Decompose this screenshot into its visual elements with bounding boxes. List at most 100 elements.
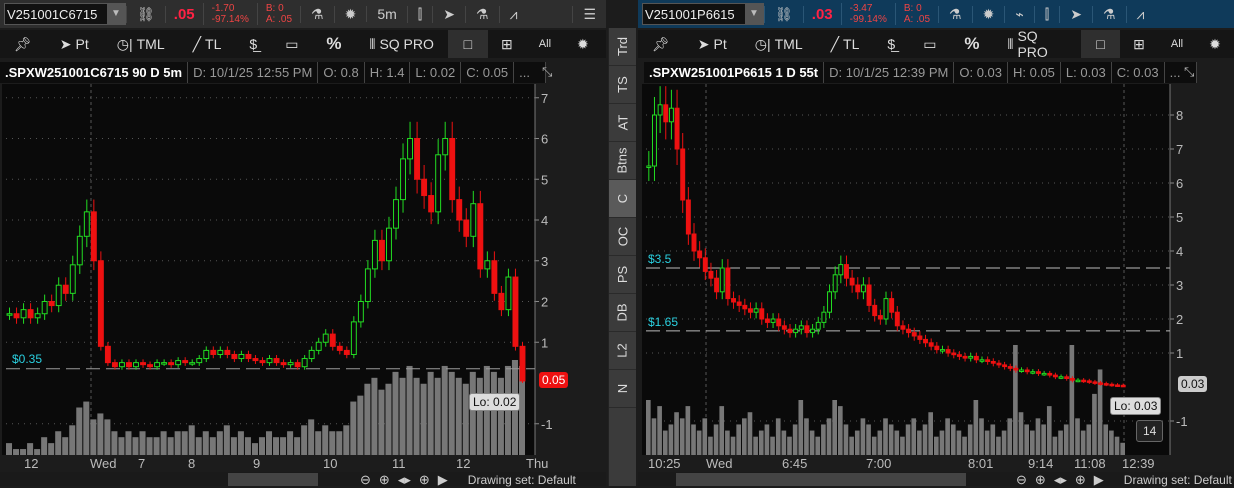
timeframe-button[interactable]: 5m	[366, 6, 406, 22]
gear-icon[interactable]: ✹	[971, 5, 1005, 23]
volume-bar	[230, 437, 237, 455]
volume-bar	[76, 407, 83, 455]
side-tab-db[interactable]: DB	[609, 294, 636, 332]
grid-layout-button[interactable]: ⊞	[1120, 30, 1158, 58]
candle	[371, 239, 378, 270]
volume-bar	[1092, 393, 1097, 455]
candle	[764, 318, 770, 323]
symbol-text: V251001C6715	[7, 6, 98, 22]
candle	[674, 107, 680, 150]
volume-bar	[1052, 436, 1058, 455]
candle	[512, 276, 519, 347]
pin-icon[interactable]: 📌︎	[638, 30, 684, 58]
expand-icon[interactable]: ⤡	[542, 64, 552, 80]
candle	[442, 138, 449, 156]
candle	[804, 325, 810, 334]
link-icon[interactable]: ⛓	[126, 5, 165, 23]
single-layout-button[interactable]: □	[447, 30, 488, 58]
time-tick-label: 9:14	[1028, 456, 1054, 471]
link-icon[interactable]: ⛓	[764, 5, 803, 23]
pin-icon[interactable]: 📌︎	[0, 30, 46, 58]
price-level-tool[interactable]: $̲	[873, 30, 909, 58]
volume-bar	[922, 424, 928, 455]
last-price: .05	[164, 5, 203, 23]
side-tab-l2[interactable]: L2	[609, 332, 636, 370]
cursor-icon[interactable]: ➤	[1059, 5, 1092, 23]
candle	[979, 359, 985, 362]
tml-tool[interactable]: ◷| TML	[741, 30, 817, 58]
rectangle-tool[interactable]: ▭	[271, 30, 312, 58]
volume-bar	[725, 430, 730, 455]
side-tab-strip: Trd TS AT Btns C OC PS DB L2 N	[608, 28, 636, 486]
settings-gear-icon[interactable]: ✹	[564, 30, 602, 58]
chevron-down-icon[interactable]: ▼	[107, 4, 125, 24]
volume-bar	[1080, 430, 1086, 455]
pointer-tool[interactable]: ➤ Pt	[46, 30, 103, 58]
grid-layout-button[interactable]: ⊞	[488, 30, 526, 58]
drawings-icon[interactable]: ⩘	[498, 5, 528, 23]
candle	[725, 267, 731, 300]
candle	[1092, 381, 1098, 384]
cursor-icon[interactable]: ➤	[432, 5, 465, 23]
trendline-tool[interactable]: ╱ TL	[817, 30, 874, 58]
tml-tool[interactable]: ◷| TML	[103, 30, 179, 58]
gear-icon[interactable]: ✹	[333, 5, 367, 23]
side-tab-ts[interactable]: TS	[609, 66, 636, 104]
percent-tool[interactable]: %	[312, 30, 355, 58]
y-tick-label: 3	[541, 254, 548, 269]
studies-icon[interactable]: ⚗	[465, 5, 499, 23]
expand-icon[interactable]: ⤡	[1184, 64, 1194, 80]
drawing-set-label[interactable]: Drawing set: Default	[1124, 473, 1232, 487]
single-layout-button[interactable]: □	[1080, 30, 1120, 58]
symbol-input[interactable]: V251001P6615 ▼	[642, 3, 764, 25]
side-tab-at[interactable]: AT	[609, 104, 636, 142]
side-tab-c[interactable]: C	[609, 180, 636, 218]
candle	[860, 284, 866, 293]
candle	[97, 260, 104, 347]
candle-style-icon[interactable]: ⫿	[1033, 5, 1059, 23]
trendline-tool[interactable]: ╱ TL	[179, 30, 236, 58]
side-tab-trd[interactable]: Trd	[609, 28, 636, 66]
volume-bar	[476, 377, 483, 455]
volume-bar	[815, 436, 821, 455]
side-tab-btns[interactable]: Btns	[609, 142, 636, 180]
drawings-icon[interactable]: ⩘	[1125, 5, 1155, 23]
chevron-down-icon[interactable]: ▼	[745, 4, 763, 24]
volume-bar	[111, 431, 118, 455]
chart-title: .SPXW251001P6615 1 D 55t	[644, 62, 825, 83]
volume-bar	[877, 430, 883, 455]
flask-icon[interactable]: ⚗	[938, 5, 972, 23]
side-tab-n[interactable]: N	[609, 370, 636, 408]
price-level-tool[interactable]: $̲	[235, 30, 271, 58]
flask-icon[interactable]: ⚗	[300, 5, 334, 23]
side-tab-oc[interactable]: OC	[609, 218, 636, 256]
volume-bar	[730, 436, 736, 455]
volume-bar	[719, 406, 725, 455]
side-tab-ps[interactable]: PS	[609, 256, 636, 294]
volume-bar	[308, 419, 315, 455]
sqpro-tool[interactable]: ⫴ SQ PRO	[994, 28, 1081, 60]
drawing-set-label[interactable]: Drawing set: Default	[468, 473, 576, 487]
time-tick-label: 9	[253, 456, 261, 471]
all-button[interactable]: All	[1158, 30, 1196, 58]
candle	[400, 158, 406, 201]
symbol-input[interactable]: V251001C6715 ▼	[4, 3, 126, 25]
rectangle-tool[interactable]: ▭	[909, 30, 950, 58]
settings-gear-icon[interactable]: ✹	[1196, 30, 1234, 58]
volume-bar	[934, 436, 939, 455]
candle-style-icon[interactable]: ⫿	[406, 5, 432, 23]
all-button[interactable]: All	[526, 30, 564, 58]
studies-icon[interactable]: ⚗	[1091, 5, 1126, 23]
volume-bar	[1035, 418, 1041, 455]
pointer-tool[interactable]: ➤ Pt	[684, 30, 741, 58]
volume-bar	[237, 431, 244, 455]
volume-bar	[804, 418, 809, 455]
menu-icon[interactable]: ☰	[572, 5, 606, 23]
tick-chart-icon[interactable]: ⌁	[1004, 5, 1033, 23]
percent-tool[interactable]: %	[950, 30, 993, 58]
candle	[985, 359, 991, 362]
sqpro-tool[interactable]: ⫴ SQ PRO	[356, 30, 448, 58]
time-tick-label: 6:45	[782, 456, 808, 471]
candle	[1115, 384, 1121, 387]
candle	[962, 355, 968, 359]
